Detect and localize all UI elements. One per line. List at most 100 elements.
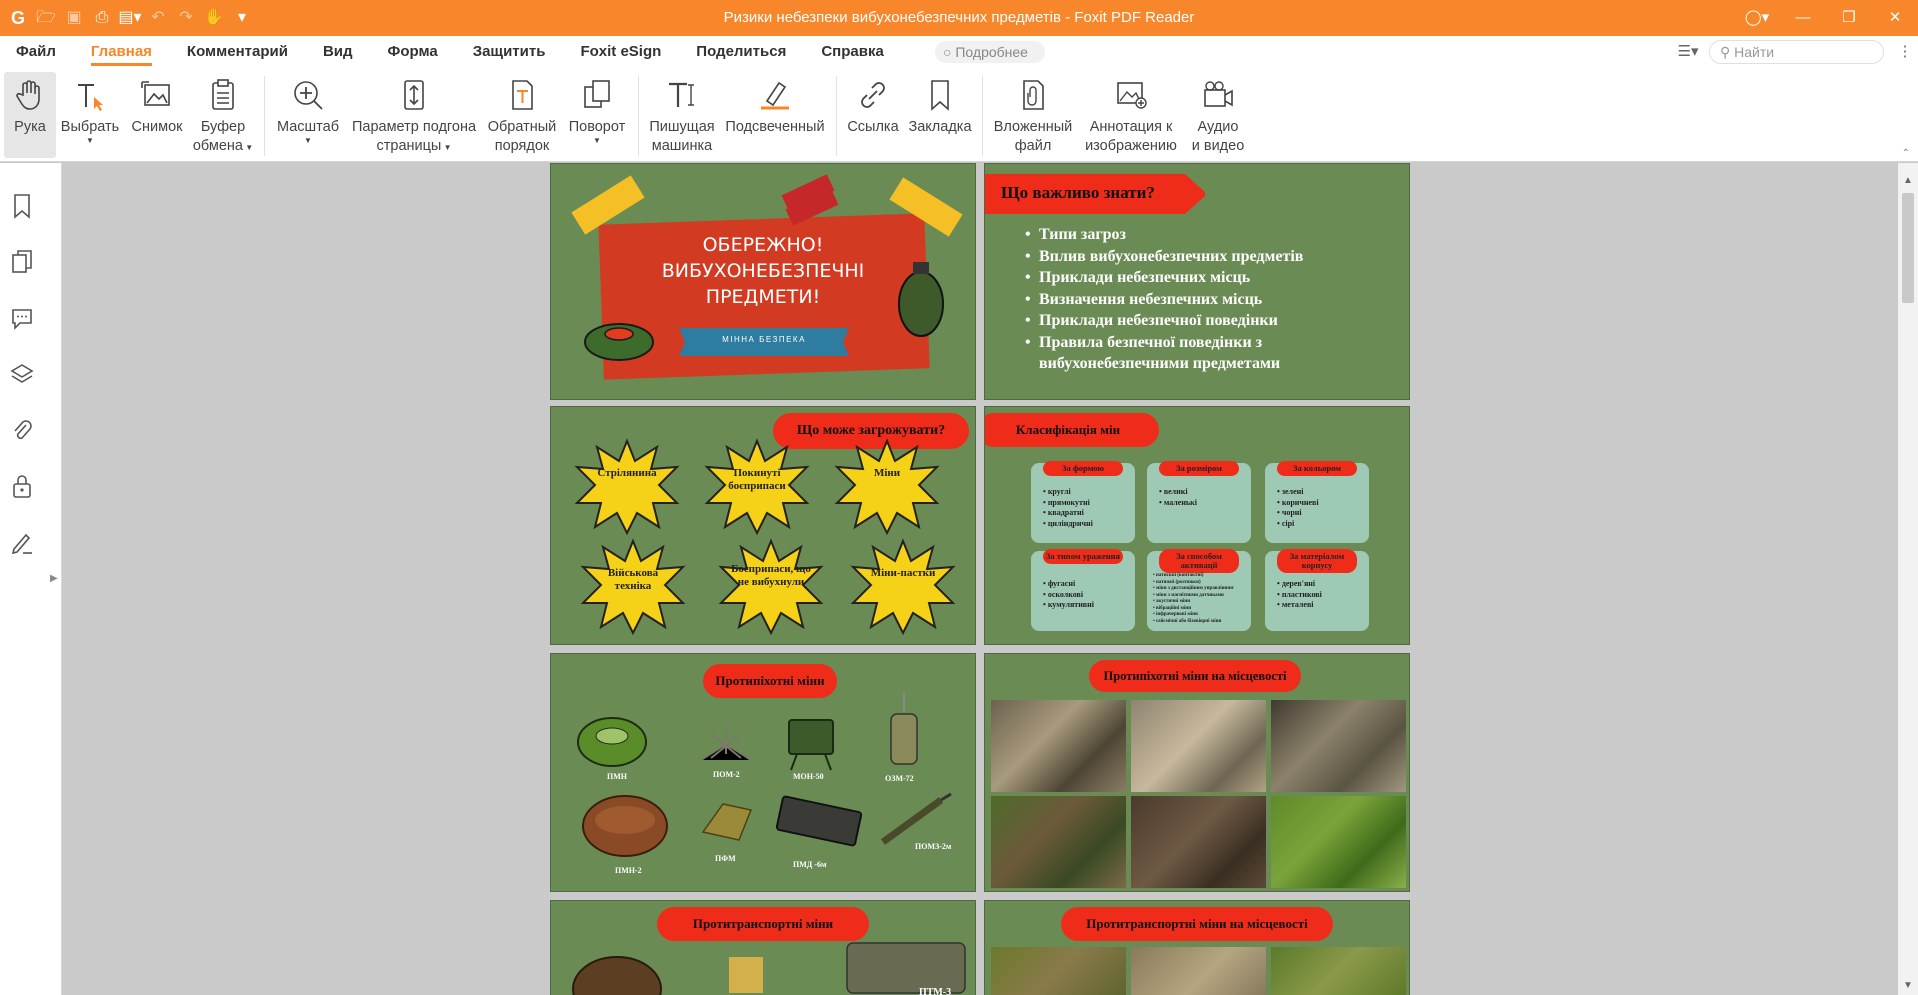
pages-panel-icon[interactable]	[10, 249, 36, 279]
tab-file[interactable]: Файл	[16, 43, 56, 66]
tab-help[interactable]: Справка	[821, 43, 883, 66]
security-panel-icon[interactable]	[10, 473, 36, 503]
collapse-ribbon-icon[interactable]: ⌃	[1902, 148, 1910, 159]
snapshot-button[interactable]: Снимок	[128, 72, 186, 158]
scroll-down-icon[interactable]: ▼	[1903, 980, 1913, 991]
terrain-photo	[1131, 700, 1266, 792]
image-annotation-label-1: Аннотация к	[1089, 119, 1173, 135]
class-card: За способом активації натискні (контактн…	[1147, 549, 1251, 631]
clipboard-icon	[212, 79, 234, 110]
vertical-scrollbar[interactable]: ▲ ▼	[1898, 163, 1918, 995]
mine-label: МОН-50	[793, 772, 824, 781]
terrain-photo	[991, 700, 1126, 792]
terrain-photo	[1131, 796, 1266, 888]
bookmarks-panel-icon[interactable]	[10, 193, 36, 223]
minimize-icon[interactable]: —	[1780, 0, 1826, 36]
audio-video-label-1: Аудио	[1197, 119, 1239, 135]
tab-home[interactable]: Главная	[90, 43, 152, 66]
mine-label: ПМН-2	[615, 866, 642, 875]
highlight-button[interactable]: Подсвеченный	[722, 72, 828, 158]
threat-burst: Міни	[833, 437, 941, 535]
attach-file-button[interactable]: Вложенный файл	[990, 72, 1076, 158]
clipboard-button[interactable]: Буфер обмена ▼	[190, 72, 256, 158]
fit-page-button[interactable]: Параметр подгона страницы ▼	[348, 72, 480, 158]
rotate-button[interactable]: Поворот ▼	[564, 72, 630, 158]
comments-panel-icon[interactable]	[10, 305, 36, 335]
audio-video-button[interactable]: Аудио и видео	[1186, 72, 1250, 158]
list-item: кумулятивні	[1043, 600, 1094, 611]
class-card-title: За кольором	[1277, 461, 1357, 476]
mine-label: ПОМЗ-2м	[915, 842, 952, 851]
classification-title: Класифікація мін	[985, 413, 1159, 447]
terrain-photo	[1131, 947, 1266, 995]
tab-share[interactable]: Поделиться	[696, 43, 786, 66]
class-card-title: За способом активації	[1159, 549, 1239, 573]
list-item: великі	[1159, 487, 1197, 498]
class-card-list: дерев'яні пластикові металеві	[1277, 579, 1322, 611]
close-icon[interactable]: ✕	[1872, 0, 1918, 36]
attach-file-label-1: Вложенный	[993, 119, 1073, 135]
class-card-list: натискні (контактні) натяжні (розтяжки) …	[1153, 573, 1234, 625]
reverse-order-button[interactable]: Обратный порядок	[484, 72, 560, 158]
audio-video-label-2: и видео	[1191, 138, 1245, 154]
list-item: прямокутні	[1043, 498, 1093, 509]
ribbon-separator	[836, 76, 837, 156]
search-options-icon[interactable]: ☰▾	[1675, 40, 1701, 64]
signature-panel-icon[interactable]	[10, 529, 36, 559]
layers-panel-icon[interactable]	[10, 361, 36, 391]
reverse-order-label-1: Обратный	[487, 119, 557, 135]
hand-icon	[16, 80, 40, 110]
threat-label: Боєприпаси, що не вибухнули	[731, 563, 811, 588]
account-icon[interactable]: ◯▾	[1734, 0, 1780, 36]
terrain-photo	[991, 947, 1126, 995]
restore-icon[interactable]: ❐	[1826, 0, 1872, 36]
typewriter-label-1: Пишущая	[649, 119, 715, 135]
ribbon-separator	[264, 76, 265, 156]
class-card-title: За формою	[1043, 461, 1123, 476]
tab-comment[interactable]: Комментарий	[187, 43, 288, 66]
window-controls: ◯▾ — ❐ ✕	[1734, 0, 1918, 36]
list-item: сірі	[1277, 519, 1319, 530]
slide-ap-terrain: Протипіхотні міни на місцевості	[984, 653, 1410, 892]
attach-file-label-2: файл	[1014, 138, 1052, 154]
at-mines-title: Протитранспортні міни	[657, 907, 869, 941]
list-item: сейсмічні або біхевіорні міни	[1153, 619, 1234, 626]
reverse-order-icon	[512, 80, 533, 110]
class-card-title: За матеріалом корпусу	[1277, 549, 1357, 573]
tell-me-button[interactable]: ○ Подробнее	[935, 41, 1045, 63]
zoom-icon	[294, 81, 323, 110]
attachments-panel-icon[interactable]	[10, 417, 36, 447]
mine-figure: МОН-50	[777, 708, 847, 788]
document-view[interactable]: ОБЕРЕЖНО! ВИБУХОНЕБЕЗПЕЧНІ ПРЕДМЕТИ! МІН…	[62, 163, 1898, 995]
image-annotation-icon	[1117, 82, 1147, 109]
zoom-button[interactable]: Масштаб ▼	[272, 72, 344, 158]
bookmark-button[interactable]: Закладка	[906, 72, 974, 158]
rotate-label: Поворот	[568, 119, 626, 135]
class-card-list: фугасні осколкові кумулятивні	[1043, 579, 1094, 611]
typewriter-button[interactable]: Пишущая машинка	[646, 72, 718, 158]
search-input[interactable]: ⚲ Найти	[1709, 40, 1884, 64]
tab-protect[interactable]: Защитить	[473, 43, 546, 66]
scrollbar-thumb[interactable]	[1902, 193, 1914, 303]
image-annotation-button[interactable]: Аннотация к изображению	[1080, 72, 1182, 158]
ap-mines-title: Протипіхотні міни	[703, 664, 837, 698]
tab-form[interactable]: Форма	[388, 43, 438, 66]
link-button[interactable]: Ссылка	[844, 72, 902, 158]
scroll-up-icon[interactable]: ▲	[1903, 175, 1913, 186]
more-options-icon[interactable]: ⋮	[1892, 40, 1918, 64]
slide-at-mines: Протитранспортні міни ПТМ-3	[550, 900, 976, 995]
tab-esign[interactable]: Foxit eSign	[580, 43, 661, 66]
list-item: дерев'яні	[1277, 579, 1322, 590]
threat-burst: Покинуті боєприпаси	[703, 437, 811, 535]
threat-label: Міни	[873, 467, 901, 479]
list-item: металеві	[1277, 600, 1322, 611]
snapshot-label: Снимок	[131, 119, 183, 135]
hand-button[interactable]: Рука	[4, 72, 56, 158]
terrain-photo	[1271, 796, 1406, 888]
title-line-2: ВИБУХОНЕБЕЗПЕЧНІ	[661, 260, 865, 282]
expand-panel-icon[interactable]: ▶	[50, 573, 58, 584]
typewriter-label-2: машинка	[651, 138, 713, 154]
mine-label: ОЗМ-72	[885, 774, 914, 783]
tab-view[interactable]: Вид	[323, 43, 353, 66]
select-button[interactable]: Выбрать ▼	[58, 72, 122, 158]
